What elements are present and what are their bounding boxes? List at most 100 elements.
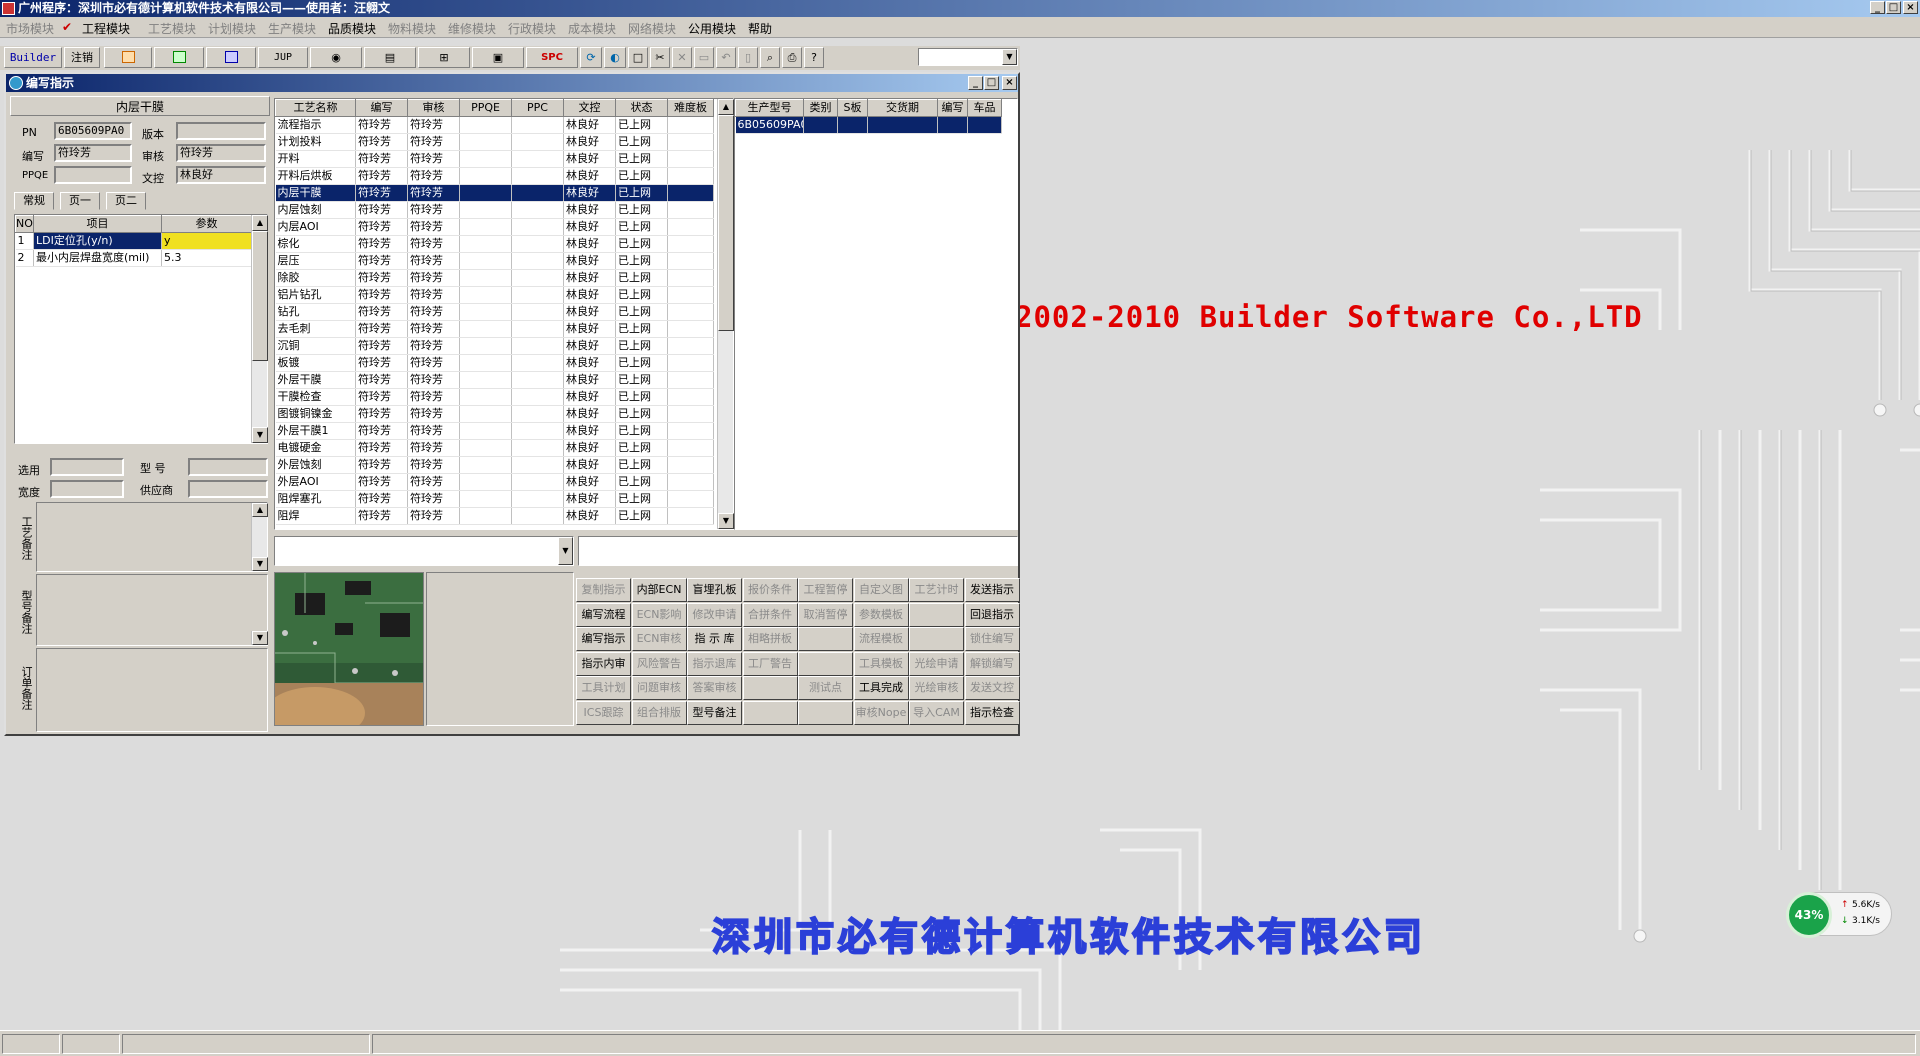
window-maximize-button[interactable]: □ xyxy=(984,76,999,90)
table-row[interactable]: 内层AOI 符玲芳 符玲芳 林良好 已上网 xyxy=(275,218,714,236)
table-row[interactable]: 6B05609PA0 xyxy=(735,116,1002,134)
process-cell[interactable]: 铝片钻孔 xyxy=(275,286,356,304)
table-row[interactable]: 去毛刺 符玲芳 符玲芳 林良好 已上网 xyxy=(275,320,714,338)
product-header-cell[interactable]: 交货期 xyxy=(867,99,938,117)
process-cell[interactable] xyxy=(667,286,714,304)
table-row[interactable]: 开料后烘板 符玲芳 符玲芳 林良好 已上网 xyxy=(275,167,714,185)
process-cell[interactable]: 符玲芳 xyxy=(407,456,460,474)
process-cell[interactable]: 符玲芳 xyxy=(407,473,460,491)
undo-icon[interactable]: ↶ xyxy=(716,47,736,68)
process-cell[interactable] xyxy=(459,456,512,474)
instruction-input[interactable] xyxy=(578,536,1018,566)
help-icon[interactable]: ? xyxy=(804,47,824,68)
process-cell[interactable] xyxy=(667,269,714,287)
process-cell[interactable]: 已上网 xyxy=(615,235,668,253)
process-header-cell[interactable]: PPQE xyxy=(459,99,512,117)
process-cell[interactable]: 林良好 xyxy=(563,490,616,508)
action-button[interactable] xyxy=(798,627,853,651)
product-header-cell[interactable]: 车品 xyxy=(967,99,1002,117)
process-cell[interactable]: 符玲芳 xyxy=(355,507,408,525)
maximize-button[interactable]: □ xyxy=(1886,1,1901,14)
process-cell[interactable]: 符玲芳 xyxy=(355,337,408,355)
action-button[interactable] xyxy=(742,700,798,725)
action-button[interactable]: 型号备注 xyxy=(687,700,742,725)
menu-market[interactable]: 市场模块 xyxy=(6,20,54,37)
process-cell[interactable]: 林良好 xyxy=(563,507,616,525)
table-row[interactable]: 内层干膜 符玲芳 符玲芳 林良好 已上网 xyxy=(275,184,714,202)
process-cell[interactable]: 符玲芳 xyxy=(407,354,460,372)
ppt-icon[interactable] xyxy=(104,47,152,68)
close-button[interactable]: × xyxy=(1903,1,1918,14)
process-cell[interactable]: 内层AOI xyxy=(275,218,356,236)
process-cell[interactable]: 已上网 xyxy=(615,507,668,525)
scroll-down-icon[interactable]: ▼ xyxy=(252,557,268,571)
scroll-down-icon[interactable]: ▼ xyxy=(718,513,734,529)
process-cell[interactable]: 符玲芳 xyxy=(407,150,460,168)
book-icon[interactable]: ▤ xyxy=(364,47,416,68)
process-cell[interactable]: 板镀 xyxy=(275,354,356,372)
process-cell[interactable] xyxy=(511,303,564,321)
process-cell[interactable] xyxy=(667,490,714,508)
process-cell[interactable]: 已上网 xyxy=(615,354,668,372)
process-cell[interactable] xyxy=(667,422,714,440)
process-cell[interactable]: 已上网 xyxy=(615,269,668,287)
process-scrollbar[interactable]: ▲ ▼ xyxy=(717,99,734,529)
process-cell[interactable]: 符玲芳 xyxy=(407,167,460,185)
action-button[interactable]: 盲埋孔板 xyxy=(687,578,742,602)
param-value[interactable]: y xyxy=(161,232,252,250)
network-icon[interactable]: ⊞ xyxy=(418,47,470,68)
process-cell[interactable]: 已上网 xyxy=(615,201,668,219)
table-row[interactable]: 1 LDI定位孔(y/n) y xyxy=(15,232,252,250)
process-cell[interactable] xyxy=(511,456,564,474)
table-row[interactable]: 计划投料 符玲芳 符玲芳 林良好 已上网 xyxy=(275,133,714,151)
width-field[interactable] xyxy=(50,480,124,498)
process-cell[interactable]: 图镀铜镍金 xyxy=(275,405,356,423)
action-button[interactable]: 修改申请 xyxy=(687,602,742,627)
process-cell[interactable]: 符玲芳 xyxy=(355,218,408,236)
action-button[interactable]: 答案审核 xyxy=(687,676,742,700)
menu-production[interactable]: 生产模块 xyxy=(268,20,316,37)
process-cell[interactable]: 符玲芳 xyxy=(407,422,460,440)
process-cell[interactable]: 符玲芳 xyxy=(355,354,408,372)
process-cell[interactable]: 符玲芳 xyxy=(355,439,408,457)
process-cell[interactable] xyxy=(511,184,564,202)
process-cell[interactable]: 林良好 xyxy=(563,303,616,321)
action-button[interactable]: 流程模板 xyxy=(853,627,909,651)
note-scrollbar[interactable]: ▼ xyxy=(251,631,268,645)
process-cell[interactable] xyxy=(459,354,512,372)
tab-page-one[interactable]: 页一 xyxy=(60,192,100,210)
action-button[interactable]: 工具完成 xyxy=(853,676,909,700)
action-button[interactable]: 工艺计时 xyxy=(909,578,964,602)
process-cell[interactable]: 符玲芳 xyxy=(407,303,460,321)
process-cell[interactable]: 林良好 xyxy=(563,354,616,372)
process-cell[interactable]: 符玲芳 xyxy=(355,133,408,151)
craft-note-field[interactable]: ▲ ▼ xyxy=(36,502,268,572)
process-cell[interactable] xyxy=(459,507,512,525)
process-cell[interactable]: 符玲芳 xyxy=(355,116,408,134)
process-cell[interactable]: 已上网 xyxy=(615,371,668,389)
process-cell[interactable]: 符玲芳 xyxy=(407,388,460,406)
process-cell[interactable]: 计划投料 xyxy=(275,133,356,151)
memory-usage-badge[interactable]: 43% xyxy=(1786,892,1832,938)
process-cell[interactable]: 符玲芳 xyxy=(407,218,460,236)
browser-icon[interactable]: ◐ xyxy=(604,47,626,68)
action-button[interactable]: 内部ECN xyxy=(631,578,687,602)
ppqe-field[interactable] xyxy=(54,166,132,184)
process-header-cell[interactable]: 工艺名称 xyxy=(275,99,356,117)
process-cell[interactable]: 去毛刺 xyxy=(275,320,356,338)
process-cell[interactable]: 开料 xyxy=(275,150,356,168)
process-cell[interactable] xyxy=(667,405,714,423)
menu-quality[interactable]: 品质模块 xyxy=(328,20,376,37)
process-cell[interactable]: 林良好 xyxy=(563,167,616,185)
process-header-cell[interactable]: 审核 xyxy=(407,99,460,117)
process-cell[interactable]: 符玲芳 xyxy=(355,422,408,440)
process-cell[interactable] xyxy=(667,235,714,253)
process-cell[interactable]: 层压 xyxy=(275,252,356,270)
process-cell[interactable] xyxy=(459,167,512,185)
table-row[interactable]: 钻孔 符玲芳 符玲芳 林良好 已上网 xyxy=(275,303,714,321)
select-field[interactable] xyxy=(50,458,124,476)
process-cell[interactable] xyxy=(459,337,512,355)
window-close-button[interactable]: × xyxy=(1002,76,1017,90)
process-cell[interactable]: 流程指示 xyxy=(275,116,356,134)
process-cell[interactable]: 符玲芳 xyxy=(407,133,460,151)
